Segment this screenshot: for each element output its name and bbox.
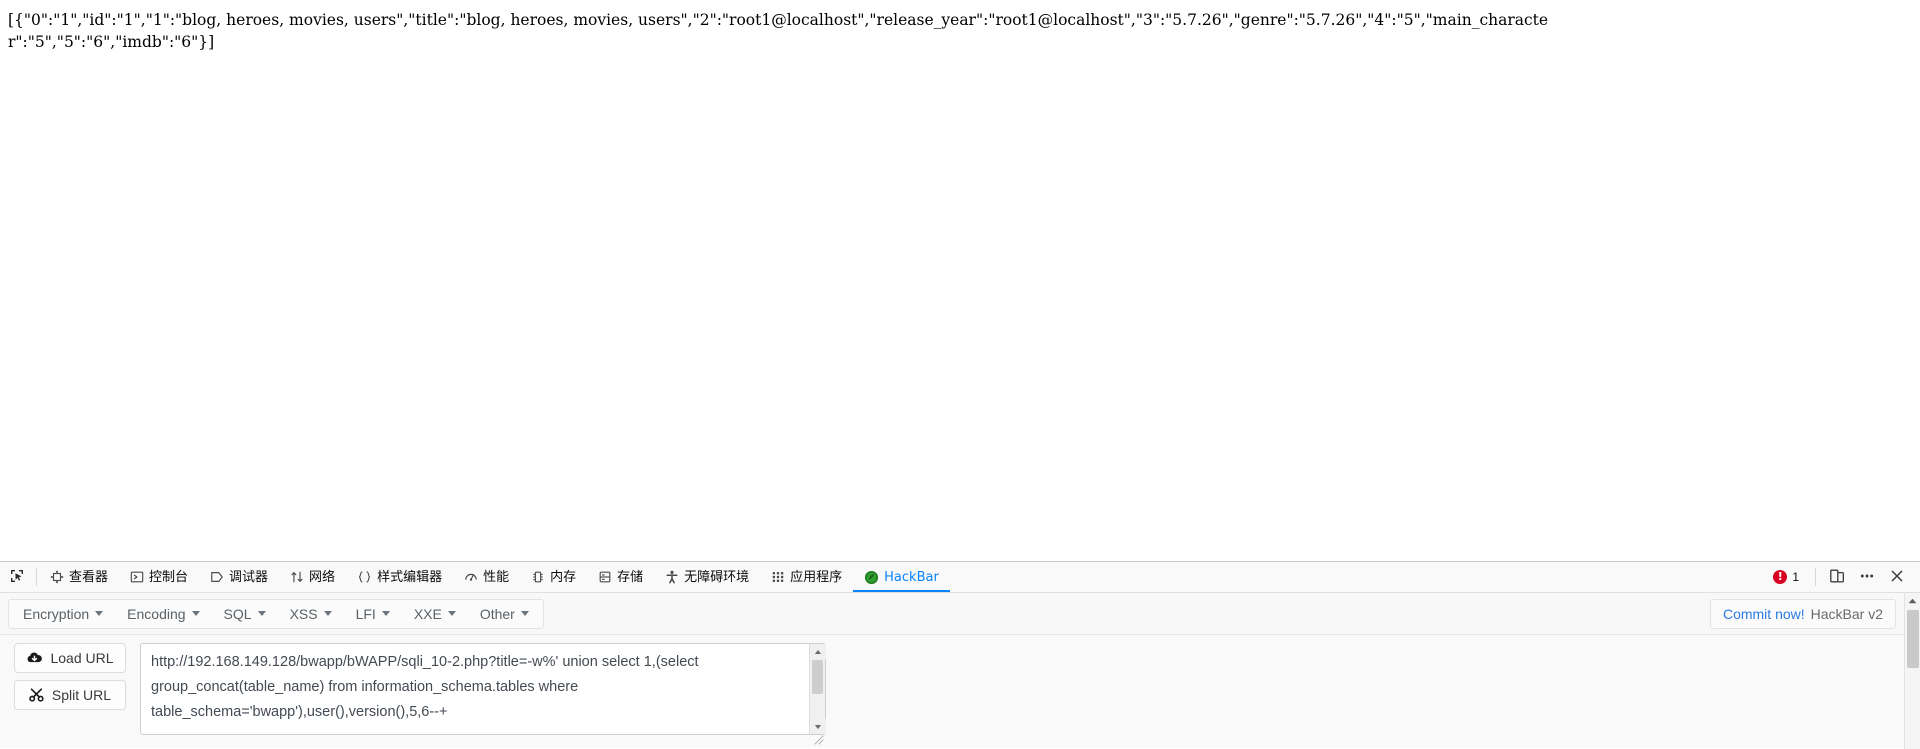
menu-other-label: Other [480,606,515,622]
menu-other[interactable]: Other [468,600,541,628]
menu-lfi-label: LFI [356,606,376,622]
menu-encoding[interactable]: Encoding [115,600,211,628]
tab-storage-label: 存储 [617,564,643,591]
storage-icon [598,570,612,584]
toolbar-divider-right [1815,568,1816,586]
menu-lfi[interactable]: LFI [344,600,402,628]
menu-sql[interactable]: SQL [212,600,278,628]
tab-debugger-label: 调试器 [229,564,268,591]
chevron-down-icon [521,611,529,616]
chevron-down-icon [95,611,103,616]
more-options-icon [1859,568,1875,587]
tab-accessibility[interactable]: 无障碍环境 [654,562,760,592]
menu-xss-label: XSS [290,606,318,622]
tab-accessibility-label: 无障碍环境 [684,564,749,591]
error-count-button[interactable]: ! 1 [1765,570,1807,584]
cloud-download-icon [26,651,43,665]
inspector-icon [50,570,64,584]
tab-hackbar-label: HackBar [884,564,939,591]
menu-encryption[interactable]: Encryption [11,600,115,628]
tab-debugger[interactable]: 调试器 [199,562,279,592]
tab-style-editor-label: 样式编辑器 [377,564,442,591]
hackbar-menu-row: Encryption Encoding SQL XSS LFI XXE [0,593,1920,635]
tab-performance[interactable]: 性能 [453,562,520,592]
devtools-panel-scrollbar[interactable] [1904,593,1920,749]
devtools-panel: 查看器 控制台 调试器 [0,561,1920,748]
memory-icon [531,570,545,584]
tab-network-label: 网络 [309,564,335,591]
chevron-down-icon [448,611,456,616]
menu-xxe[interactable]: XXE [402,600,468,628]
url-input[interactable] [140,643,826,735]
hackbar-menu-group: Encryption Encoding SQL XSS LFI XXE [8,599,544,629]
menu-sql-label: SQL [224,606,252,622]
split-url-button[interactable]: Split URL [14,680,126,710]
responsive-design-mode-button[interactable] [1824,564,1850,590]
json-response-output: [{"0":"1","id":"1","1":"blog, heroes, mo… [8,9,1570,53]
menu-xss[interactable]: XSS [278,600,344,628]
chevron-down-icon [258,611,266,616]
menu-encryption-label: Encryption [23,606,89,622]
performance-icon [464,570,478,584]
tab-performance-label: 性能 [483,564,509,591]
chevron-down-icon [324,611,332,616]
responsive-design-mode-icon [1829,568,1845,587]
scroll-up-icon[interactable] [810,644,826,659]
hackbar-url-row: Load URL Split URL [0,635,1920,747]
hackbar-icon [864,570,879,585]
browser-content-viewport: [{"0":"1","id":"1","1":"blog, heroes, mo… [0,0,1920,561]
devtools-toolbar: 查看器 控制台 调试器 [0,562,1920,593]
chevron-down-icon [382,611,390,616]
hackbar-action-buttons: Load URL Split URL [14,643,126,747]
tab-hackbar[interactable]: HackBar [853,562,950,592]
tab-inspector-label: 查看器 [69,564,108,591]
toolbar-divider [36,568,37,586]
menu-xxe-label: XXE [414,606,442,622]
tab-application-label: 应用程序 [790,564,842,591]
commit-now-link[interactable]: Commit now! [1723,606,1805,622]
hackbar-brand-group: Commit now! HackBar v2 [1710,599,1896,629]
close-icon [1889,568,1905,587]
close-devtools-button[interactable] [1884,564,1910,590]
tab-memory[interactable]: 内存 [520,562,587,592]
tab-console[interactable]: 控制台 [119,562,199,592]
tab-application[interactable]: 应用程序 [760,562,853,592]
tab-console-label: 控制台 [149,564,188,591]
element-picker-button[interactable] [0,562,34,592]
panel-scroll-up-icon[interactable] [1905,593,1920,609]
menu-encoding-label: Encoding [127,606,185,622]
url-textarea-wrapper [140,643,826,747]
scrollbar-thumb[interactable] [812,660,823,694]
element-picker-icon [9,568,25,587]
url-textarea-scrollbar[interactable] [809,644,825,734]
tab-network[interactable]: 网络 [279,562,346,592]
tab-style-editor[interactable]: 样式编辑器 [346,562,453,592]
scrollbar-track[interactable] [810,695,826,719]
load-url-label: Load URL [50,650,113,666]
tab-memory-label: 内存 [550,564,576,591]
split-url-label: Split URL [52,687,111,703]
devtools-toolbar-controls: ! 1 [1765,562,1920,592]
load-url-button[interactable]: Load URL [14,643,126,673]
error-circle-icon: ! [1773,570,1787,584]
hackbar-version-label: HackBar v2 [1811,606,1883,622]
style-editor-icon [357,570,372,584]
error-count-label: 1 [1792,570,1799,584]
network-icon [290,570,304,584]
tab-inspector[interactable]: 查看器 [39,562,119,592]
panel-scrollbar-thumb[interactable] [1907,610,1919,668]
application-icon [771,570,785,584]
console-icon [130,570,144,584]
debugger-icon [210,570,224,584]
textarea-resize-handle[interactable] [812,733,824,745]
scroll-down-icon[interactable] [810,719,826,734]
chevron-down-icon [192,611,200,616]
more-options-button[interactable] [1854,564,1880,590]
tab-storage[interactable]: 存储 [587,562,654,592]
scissors-icon [29,688,45,702]
accessibility-icon [665,570,679,584]
